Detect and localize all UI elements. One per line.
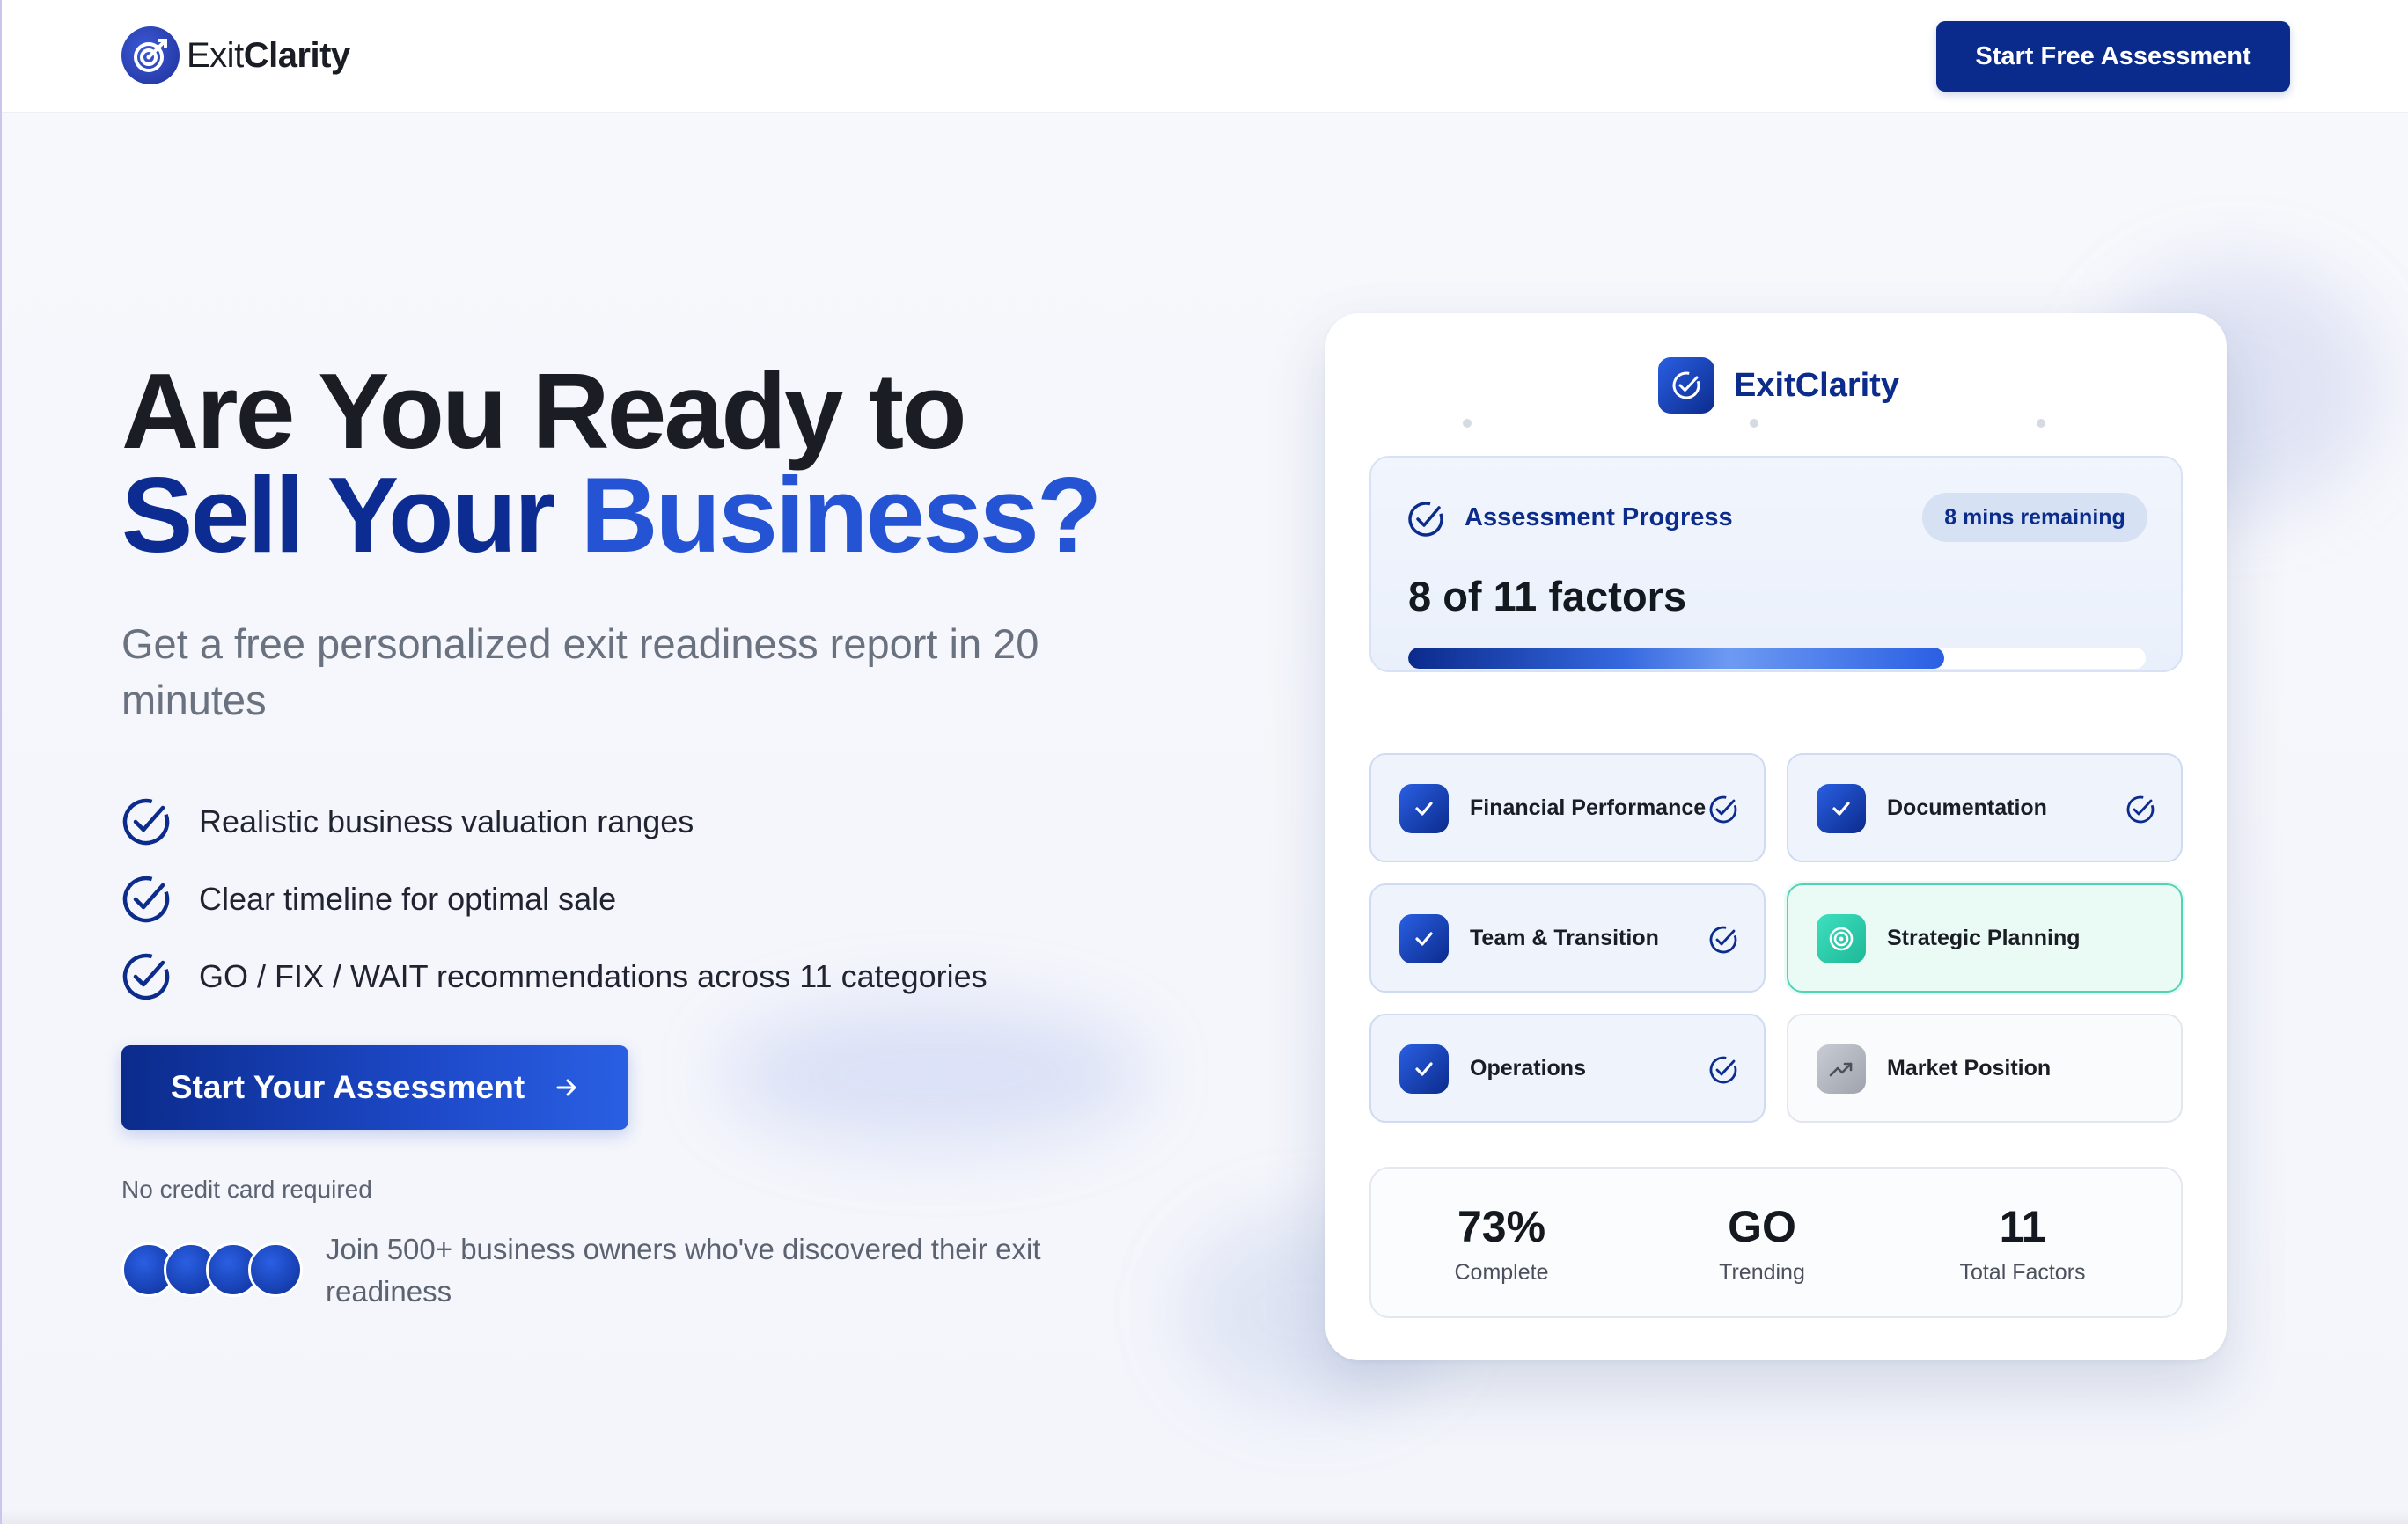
stat-value: 11 [1999, 1202, 2046, 1251]
check-circle-logo-icon [1658, 357, 1714, 414]
feature-item: Realistic business valuation ranges [121, 783, 987, 861]
landing-page: ExitClarity Start Free Assessment Are Yo… [0, 0, 2408, 1524]
brand-prefix: Exit [187, 35, 244, 75]
check-circle-icon [122, 876, 170, 923]
factor-label: Operations [1470, 1056, 1586, 1081]
hero-subtitle: Get a free personalized exit readiness r… [121, 620, 1039, 723]
stat-label: Trending [1719, 1260, 1805, 1285]
check-icon [1399, 1044, 1449, 1094]
feature-item: GO / FIX / WAIT recommendations across 1… [121, 938, 987, 1015]
stat-value: 73% [1457, 1202, 1546, 1251]
factor-tile-financial-performance[interactable]: Financial Performance [1369, 753, 1766, 862]
decorative-dot [1463, 419, 1472, 428]
factor-tile-documentation[interactable]: Documentation [1787, 753, 2183, 862]
progress-title: Assessment Progress [1465, 503, 1733, 531]
decorative-dot [2037, 419, 2045, 428]
feature-item: Clear timeline for optimal sale [121, 861, 987, 938]
factor-tile-market-position[interactable]: Market Position [1787, 1014, 2183, 1123]
start-assessment-label: Start Your Assessment [170, 1069, 525, 1105]
time-remaining-badge: 8 mins remaining [1922, 493, 2147, 542]
check-circle-icon [122, 953, 170, 1000]
target-icon [1817, 914, 1866, 963]
check-icon [1399, 784, 1449, 833]
target-logo-icon [121, 26, 180, 84]
factor-label: Documentation [1887, 795, 2047, 820]
feature-text: Clear timeline for optimal sale [199, 881, 617, 917]
avatar [248, 1242, 303, 1297]
stat-total-factors: 11 Total Factors [1892, 1200, 2153, 1286]
factor-label: Market Position [1887, 1056, 2052, 1081]
social-proof-text: Join 500+ business owners who've discove… [326, 1233, 1041, 1308]
check-circle-icon [2126, 795, 2155, 824]
top-nav: ExitClarity Start Free Assessment [2, 0, 2408, 113]
factor-tile-team-transition[interactable]: Team & Transition [1369, 883, 1766, 993]
check-icon [1817, 784, 1866, 833]
start-free-assessment-button[interactable]: Start Free Assessment [1936, 21, 2290, 92]
stat-trending: GO Trending [1632, 1200, 1892, 1286]
hero-title: Are You Ready to Sell Your Business? [121, 357, 1102, 568]
progress-bar-fill [1408, 648, 1945, 669]
card-brand-name: ExitClarity [1734, 366, 1899, 404]
feature-list: Realistic business valuation ranges Clea… [121, 783, 987, 1015]
check-circle-icon [1408, 502, 1443, 537]
decorative-blob [723, 1003, 1146, 1144]
stat-label: Total Factors [1959, 1260, 2086, 1285]
page-bottom-fade [2, 1510, 2408, 1524]
feature-text: GO / FIX / WAIT recommendations across 1… [199, 958, 987, 994]
stat-label: Complete [1454, 1260, 1549, 1285]
check-icon [1399, 914, 1449, 963]
progress-bar [1408, 648, 2146, 669]
brand-suffix: Clarity [243, 35, 351, 75]
factor-label: Strategic Planning [1887, 926, 2081, 950]
progress-count: 8 of 11 factors [1408, 573, 1687, 619]
arrow-right-icon [556, 1079, 576, 1096]
hero-title-line2a: Sell Your [121, 455, 556, 575]
brand-name: ExitClarity [187, 36, 350, 76]
check-circle-icon [122, 798, 170, 846]
factor-tile-operations[interactable]: Operations [1369, 1014, 1766, 1123]
brand-link[interactable]: ExitClarity [121, 26, 350, 84]
card-brand: ExitClarity [1658, 357, 1899, 414]
decorative-dot [1750, 419, 1758, 428]
no-credit-card-note: No credit card required [121, 1176, 372, 1203]
check-circle-icon [1709, 926, 1737, 954]
assessment-preview-card: ExitClarity Assessment Progress 8 mins r… [1325, 313, 2227, 1360]
feature-text: Realistic business valuation ranges [199, 803, 694, 839]
factor-label: Financial Performance [1470, 795, 1707, 820]
factor-label: Team & Transition [1470, 926, 1659, 950]
summary-stats: 73% Complete GO Trending 11 Total Factor… [1369, 1167, 2183, 1318]
stat-value: GO [1728, 1202, 1796, 1251]
trend-up-icon [1817, 1044, 1866, 1094]
start-assessment-button[interactable]: Start Your Assessment [121, 1045, 628, 1130]
hero-title-line2b: Business? [580, 455, 1102, 575]
assessment-progress-panel: Assessment Progress 8 mins remaining 8 o… [1369, 456, 2183, 672]
check-circle-icon [1709, 795, 1737, 824]
factor-tile-strategic-planning[interactable]: Strategic Planning [1787, 883, 2183, 993]
check-circle-icon [1709, 1056, 1737, 1084]
stat-complete: 73% Complete [1371, 1200, 1632, 1286]
hero-title-line1: Are You Ready to [121, 351, 967, 471]
avatar-group [121, 1242, 306, 1299]
